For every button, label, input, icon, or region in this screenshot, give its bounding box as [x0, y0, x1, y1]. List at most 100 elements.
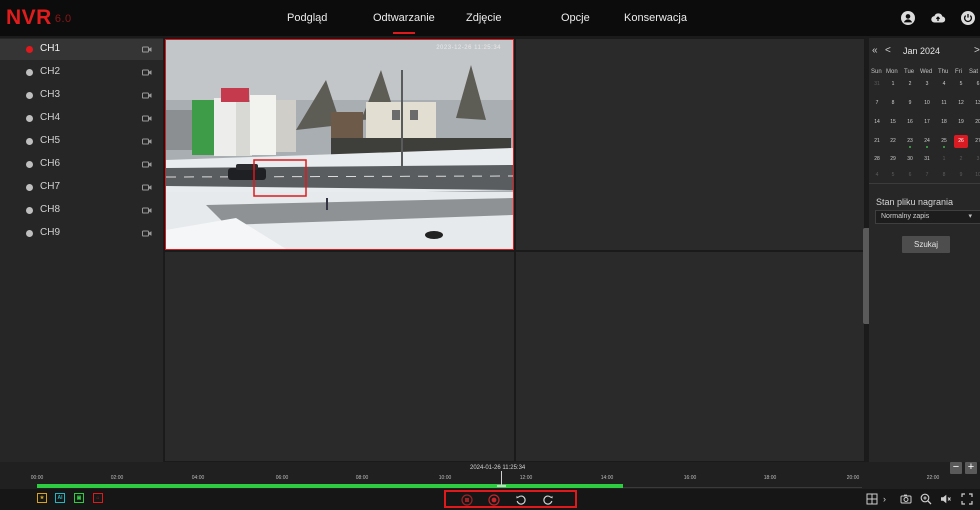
playback-timeline[interactable]: 2024-01-26 11:25:34 00:00 02:00 04:00 06… [0, 462, 980, 489]
calendar-day[interactable]: 16 [903, 116, 917, 129]
calendar-day[interactable]: 9 [954, 169, 968, 182]
calendar-day[interactable]: 2 [954, 153, 968, 166]
search-button[interactable]: Szukaj [902, 236, 950, 253]
panel-divider [869, 183, 980, 184]
channel-item-ch1[interactable]: CH1 [0, 39, 163, 60]
cloud-upload-icon[interactable] [930, 10, 946, 26]
channel-item-ch9[interactable]: CH9 [0, 223, 163, 244]
calendar-day[interactable]: 4 [870, 169, 884, 182]
calendar-day[interactable]: 21 [870, 135, 884, 148]
calendar-day[interactable]: 31 [920, 153, 934, 166]
next-month-button[interactable]: > [974, 45, 980, 57]
channel-item-ch4[interactable]: CH4 [0, 108, 163, 129]
camera-link-icon[interactable] [142, 206, 152, 215]
tab-opcje[interactable]: Opcje [561, 12, 590, 25]
video-cell-3[interactable] [165, 252, 514, 461]
camera-link-icon[interactable] [142, 137, 152, 146]
calendar-day[interactable]: 2 [903, 78, 917, 91]
calendar-day[interactable]: 5 [886, 169, 900, 182]
calendar-day-recorded[interactable]: 25 [937, 135, 951, 148]
tab-odtwarzanie[interactable]: Odtwarzanie [373, 12, 435, 25]
tab-podglad[interactable]: Podgląd [287, 12, 327, 25]
camera-snapshot-icon[interactable] [900, 493, 912, 505]
calendar-day[interactable]: 3 [920, 78, 934, 91]
camera-link-icon[interactable] [142, 183, 152, 192]
calendar-day[interactable]: 7 [870, 97, 884, 110]
calendar-day[interactable]: 10 [971, 169, 980, 182]
camera-link-icon[interactable] [142, 229, 152, 238]
calendar-day[interactable]: 18 [937, 116, 951, 129]
power-icon[interactable] [960, 10, 976, 26]
calendar-day[interactable]: 1 [937, 153, 951, 166]
calendar-day[interactable]: 31 [870, 78, 884, 91]
calendar-day-recorded[interactable]: 24 [920, 135, 934, 148]
record-state-label: Stan pliku nagrania [876, 197, 954, 207]
layout-more-chevron-icon[interactable]: › [883, 493, 886, 505]
channel-item-ch3[interactable]: CH3 [0, 85, 163, 106]
zoom-in-icon[interactable] [920, 493, 932, 505]
calendar-day[interactable]: 27 [971, 135, 980, 148]
camera-link-icon[interactable] [142, 45, 152, 54]
camera-link-icon[interactable] [142, 91, 152, 100]
record-type-ai-tag[interactable]: AI [55, 493, 65, 503]
calendar-day[interactable]: 6 [971, 78, 980, 91]
calendar-day[interactable]: 12 [954, 97, 968, 110]
calendar-day[interactable]: 14 [870, 116, 884, 129]
calendar-day[interactable]: 30 [903, 153, 917, 166]
calendar-day[interactable]: 22 [886, 135, 900, 148]
recording-segment[interactable] [37, 484, 623, 488]
calendar-day[interactable]: 4 [937, 78, 951, 91]
prev-year-button[interactable]: « [872, 45, 878, 57]
prev-month-button[interactable]: < [885, 45, 891, 57]
calendar-day[interactable]: 8 [937, 169, 951, 182]
channel-item-ch8[interactable]: CH8 [0, 200, 163, 221]
record-type-alarm-tag[interactable]: ⌂ [93, 493, 103, 503]
forward-icon[interactable] [542, 494, 554, 506]
calendar-day-recorded[interactable]: 23 [903, 135, 917, 148]
calendar-day[interactable]: 29 [886, 153, 900, 166]
volume-icon[interactable] [940, 493, 952, 505]
timeline-zoom-in-button[interactable]: + [965, 462, 977, 474]
stop-icon[interactable] [461, 494, 473, 506]
channel-status-dot [26, 230, 33, 237]
calendar-day[interactable]: 3 [971, 153, 980, 166]
calendar-day[interactable]: 19 [954, 116, 968, 129]
record-type-motion-tag[interactable]: ▣ [74, 493, 84, 503]
calendar-day-selected[interactable]: 26 [954, 135, 968, 148]
record-icon[interactable] [488, 494, 500, 506]
calendar-day[interactable]: 20 [971, 116, 980, 129]
calendar-day[interactable]: 1 [886, 78, 900, 91]
calendar-day[interactable]: 7 [920, 169, 934, 182]
tab-zdjecie[interactable]: Zdjęcie [466, 12, 501, 25]
rewind-icon[interactable] [515, 494, 527, 506]
calendar-day[interactable]: 5 [954, 78, 968, 91]
calendar-day[interactable]: 15 [886, 116, 900, 129]
calendar-day[interactable]: 9 [903, 97, 917, 110]
calendar-day[interactable]: 8 [886, 97, 900, 110]
timeline-tick: 00:00 [30, 475, 44, 481]
channel-item-ch5[interactable]: CH5 [0, 131, 163, 152]
channel-item-ch6[interactable]: CH6 [0, 154, 163, 175]
calendar-day[interactable]: 10 [920, 97, 934, 110]
calendar-day[interactable]: 6 [903, 169, 917, 182]
video-cell-2[interactable] [516, 39, 864, 250]
video-cell-1[interactable]: 2023-12-26 11:25:34 [165, 39, 514, 250]
user-icon[interactable] [900, 10, 916, 26]
record-state-select[interactable]: Normalny zapis ▾ [875, 210, 980, 224]
channel-item-ch2[interactable]: CH2 [0, 62, 163, 83]
tab-konserwacja[interactable]: Konserwacja [624, 12, 687, 25]
camera-link-icon[interactable] [142, 68, 152, 77]
calendar-day[interactable]: 28 [870, 153, 884, 166]
camera-link-icon[interactable] [142, 160, 152, 169]
timeline-zoom-out-button[interactable]: − [950, 462, 962, 474]
camera-link-icon[interactable] [142, 114, 152, 123]
layout-grid-icon[interactable] [866, 493, 878, 505]
calendar-day[interactable]: 13 [971, 97, 980, 110]
fullscreen-icon[interactable] [961, 493, 973, 505]
calendar-day[interactable]: 17 [920, 116, 934, 129]
timeline-tick: 14:00 [600, 475, 614, 481]
video-cell-4[interactable] [516, 252, 864, 461]
record-type-manual-tag[interactable]: ★ [37, 493, 47, 503]
calendar-day[interactable]: 11 [937, 97, 951, 110]
channel-item-ch7[interactable]: CH7 [0, 177, 163, 198]
